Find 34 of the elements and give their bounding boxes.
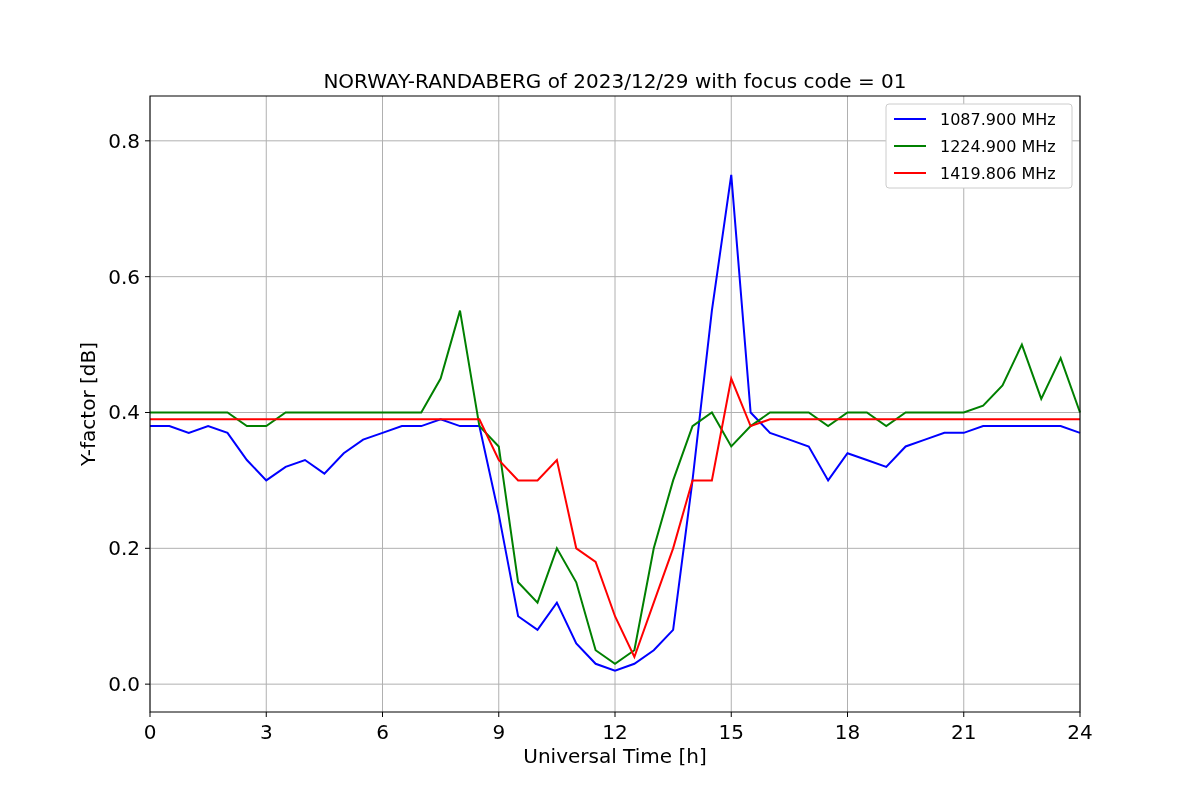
y-tick-label: 0.4 xyxy=(108,400,140,425)
x-tick-label: 24 xyxy=(1067,720,1093,744)
tick-mark xyxy=(144,412,151,413)
tick-mark xyxy=(382,711,383,718)
tick-mark xyxy=(1079,711,1081,718)
y-tick-label: 0.2 xyxy=(108,536,140,561)
tick-mark xyxy=(730,711,732,718)
tick-mark xyxy=(149,711,151,718)
x-tick-label: 9 xyxy=(492,720,506,744)
tick-mark xyxy=(498,711,500,718)
tick-mark xyxy=(144,547,151,549)
x-tick-label: 18 xyxy=(834,720,861,744)
y-axis-label: Y-factor [dB] xyxy=(76,342,100,466)
x-tick-label: 21 xyxy=(951,720,977,744)
tick-mark xyxy=(614,711,616,718)
y-tick-label: 0.6 xyxy=(108,264,140,289)
x-tick-label: 6 xyxy=(376,720,389,744)
legend-label: 1419.806 MHz xyxy=(940,164,1056,183)
x-tick-label: 0 xyxy=(143,720,157,744)
tick-mark xyxy=(963,711,965,718)
tick-mark xyxy=(144,276,151,278)
tick-mark xyxy=(144,683,151,685)
tick-mark xyxy=(144,140,151,142)
x-tick-label: 15 xyxy=(718,720,744,744)
x-tick-label: 3 xyxy=(259,720,273,744)
tick-mark xyxy=(847,711,848,718)
tick-mark xyxy=(265,711,267,718)
y-tick-label: 0.0 xyxy=(108,672,140,697)
x-tick-label: 12 xyxy=(602,720,628,744)
chart-title: NORWAY-RANDABERG of 2023/12/29 with focus code = 01 xyxy=(323,69,907,93)
legend-label: 1087.900 MHz xyxy=(940,110,1056,129)
legend-label: 1224.900 MHz xyxy=(940,137,1056,156)
y-tick-label: 0.8 xyxy=(108,128,140,153)
x-axis-label: Universal Time [h] xyxy=(523,744,707,768)
